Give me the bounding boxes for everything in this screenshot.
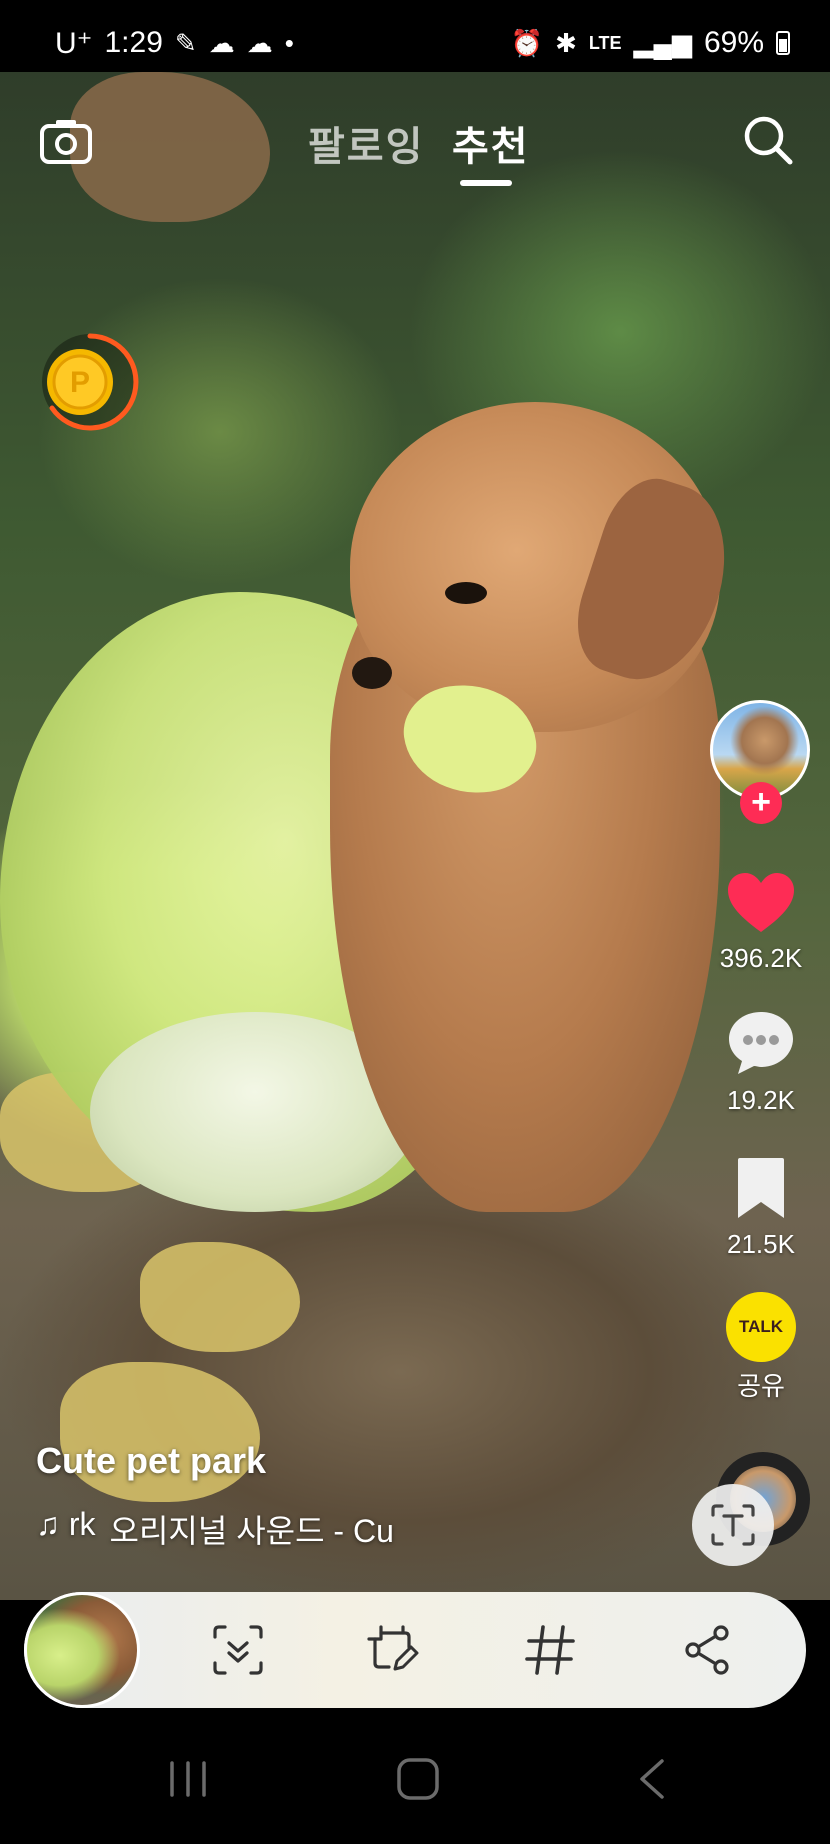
more-notifications-dot-icon: • xyxy=(284,27,294,58)
bookmark-icon xyxy=(738,1158,784,1218)
text-extract-button[interactable] xyxy=(692,1484,774,1566)
search-icon[interactable] xyxy=(738,110,798,170)
carrier-label: U⁺ xyxy=(55,26,93,60)
hashtag-icon[interactable] xyxy=(522,1622,578,1678)
share-button[interactable]: TALK 공유 xyxy=(700,1292,822,1403)
network-type: LTE xyxy=(588,32,622,53)
battery-percent: 69% xyxy=(703,26,764,59)
bluetooth-icon: ✱ xyxy=(555,27,577,58)
camera-icon[interactable] xyxy=(36,112,96,172)
svg-text:P: P xyxy=(70,366,90,399)
video-author[interactable]: Cute pet park xyxy=(36,1440,266,1482)
sound-title: 오리지널 사운드 - Cu xyxy=(109,1513,394,1549)
like-button[interactable]: 396.2K xyxy=(700,872,822,974)
sound-prefix: ♫ rk xyxy=(36,1506,96,1542)
save-count: 21.5K xyxy=(727,1229,795,1259)
pen-icon: ✎ xyxy=(174,27,197,58)
sound-info[interactable]: ♫ rk 오리지널 사운드 - Cu xyxy=(36,1506,456,1552)
app-notification-icon: ☁ xyxy=(208,27,235,58)
scroll-capture-icon[interactable] xyxy=(210,1622,266,1678)
battery-icon xyxy=(776,31,790,55)
coin-reward-timer[interactable]: P xyxy=(38,330,142,434)
save-button[interactable]: 21.5K xyxy=(700,1156,822,1260)
home-icon[interactable] xyxy=(388,1754,448,1804)
top-navigation: 팔로잉 추천 xyxy=(0,72,830,202)
puppy-nose xyxy=(352,657,392,689)
like-count: 396.2K xyxy=(719,943,803,973)
alarm-icon: ⏰ xyxy=(510,27,544,58)
text-scan-icon xyxy=(711,1504,755,1546)
tab-following[interactable]: 팔로잉 xyxy=(308,114,424,172)
draw-edit-icon[interactable] xyxy=(364,1622,420,1678)
clock: 1:29 xyxy=(104,26,163,59)
comment-button[interactable]: 19.2K xyxy=(700,1010,822,1116)
share-label: 공유 xyxy=(737,1371,785,1401)
comment-bubble-icon xyxy=(729,1012,793,1074)
back-icon[interactable] xyxy=(622,1754,682,1804)
kakaotalk-icon: TALK xyxy=(726,1292,796,1362)
screenshot-thumbnail[interactable] xyxy=(24,1592,140,1708)
dry-leaf xyxy=(140,1242,300,1352)
follow-button[interactable]: + xyxy=(740,782,782,824)
recent-apps-icon[interactable] xyxy=(158,1754,218,1804)
tab-recommended[interactable]: 추천 xyxy=(452,114,530,172)
active-tab-indicator xyxy=(460,180,512,186)
share-icon[interactable] xyxy=(680,1622,736,1678)
app-notification-icon-2: ☁ xyxy=(246,27,273,58)
signal-icon: ▂▄▆ xyxy=(633,27,692,58)
puppy-eye xyxy=(445,582,487,604)
heart-icon xyxy=(728,873,794,932)
smart-select-toolbar xyxy=(24,1592,806,1708)
system-navigation-bar xyxy=(0,1708,830,1844)
comment-count: 19.2K xyxy=(727,1085,795,1115)
